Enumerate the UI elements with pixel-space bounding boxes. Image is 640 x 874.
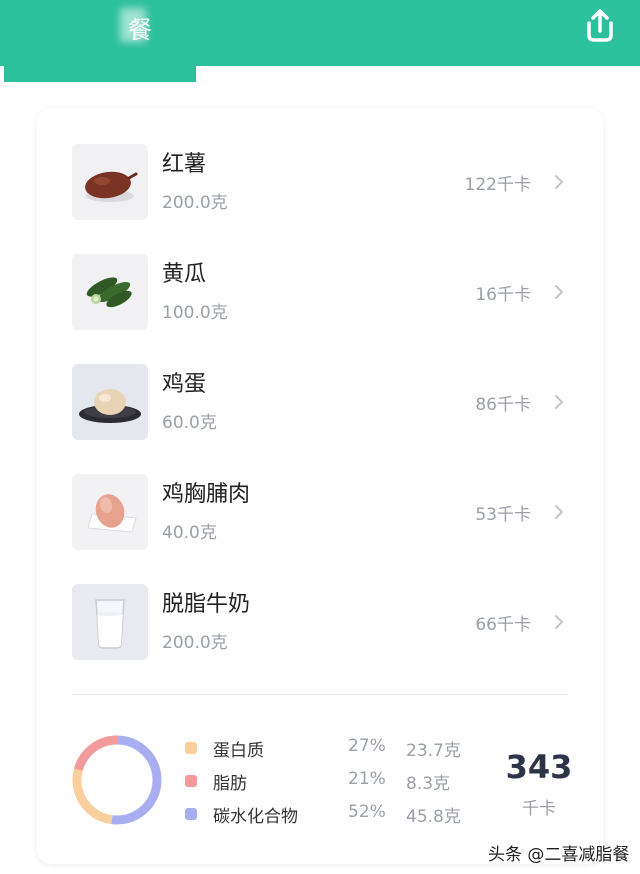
food-item-cucumber[interactable]: 黄瓜 100.0克 16千卡 [37,254,603,364]
skim-milk-image [72,584,148,660]
chevron-right-icon [555,175,563,189]
food-name: 黄瓜 [162,262,207,287]
macro-donut-chart [72,735,162,825]
food-item-chicken-breast[interactable]: 鸡胸脯肉 40.0克 53千卡 [37,474,603,584]
macro-grams: 45.8克 [406,807,461,827]
chevron-right-icon [555,395,563,409]
header-tab-extension [4,64,196,82]
macro-row-protein: 蛋白质 27% 23.7克 [183,736,473,761]
food-calories: 16千卡 [475,285,531,305]
legend-swatch [185,808,197,820]
macro-name: 脂肪 [213,774,247,794]
share-button[interactable] [578,4,622,48]
food-name: 红薯 [162,152,207,177]
macro-name: 蛋白质 [213,741,264,761]
food-amount: 200.0克 [162,193,228,213]
chevron-right-icon [555,285,563,299]
food-calories: 122千卡 [464,175,531,195]
macro-row-carbs: 碳水化合物 52% 45.8克 [183,802,473,827]
cucumber-image [72,254,148,330]
chevron-right-icon [555,615,563,629]
top-app-bar: 餐 [0,0,640,66]
share-upload-icon [587,9,613,42]
food-amount: 60.0克 [162,413,217,433]
macro-row-fat: 脂肪 21% 8.3克 [183,769,473,794]
macro-grams: 8.3克 [406,774,451,794]
page-title: 餐 [128,16,153,44]
food-item-sweet-potato[interactable]: 红薯 200.0克 122千卡 [37,144,603,254]
meal-card: 红薯 200.0克 122千卡 黄瓜 100.0克 16千卡 鸡蛋 60.0克 … [37,108,603,864]
food-amount: 40.0克 [162,523,217,543]
section-divider [72,694,568,695]
chevron-right-icon [555,505,563,519]
total-calories: 343 [505,748,573,786]
food-calories: 53千卡 [475,505,531,525]
legend-swatch [185,742,197,754]
food-amount: 100.0克 [162,303,228,323]
egg-image [72,364,148,440]
macro-percent: 27% [348,736,386,756]
watermark: 头条 @二喜减脂餐 [488,845,630,865]
food-item-skim-milk[interactable]: 脱脂牛奶 200.0克 66千卡 [37,584,603,694]
macro-percent: 21% [348,769,386,789]
food-name: 鸡蛋 [162,372,207,397]
macro-percent: 52% [348,802,386,822]
sweet-potato-image [72,144,148,220]
legend-swatch [185,775,197,787]
food-item-egg[interactable]: 鸡蛋 60.0克 86千卡 [37,364,603,474]
macro-grams: 23.7克 [406,741,461,761]
food-calories: 66千卡 [475,615,531,635]
macro-name: 碳水化合物 [213,807,298,827]
food-amount: 200.0克 [162,633,228,653]
food-name: 鸡胸脯肉 [162,482,251,507]
food-name: 脱脂牛奶 [162,592,251,617]
food-calories: 86千卡 [475,395,531,415]
chicken-breast-image [72,474,148,550]
total-calories-unit: 千卡 [522,799,556,819]
